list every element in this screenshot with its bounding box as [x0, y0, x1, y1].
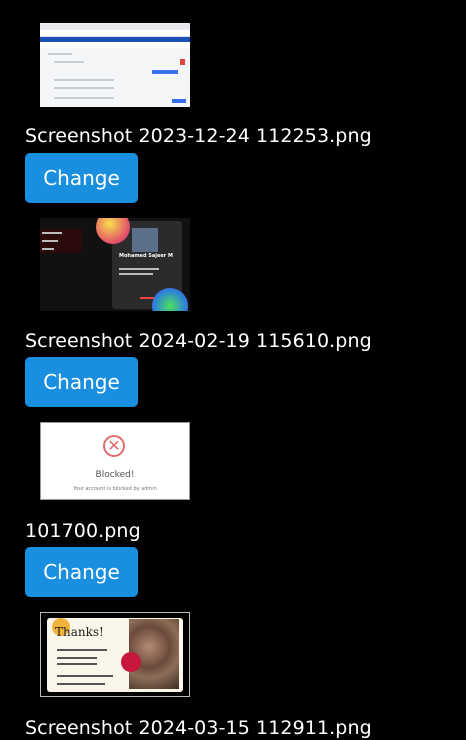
site-subnav	[40, 42, 190, 48]
image-thumbnail-4: Thanks!	[40, 612, 190, 697]
image-thumbnail-2: Mohamed Sajeer M	[40, 218, 190, 311]
change-button[interactable]: Change	[25, 357, 138, 407]
profile-photo	[132, 228, 158, 252]
blocked-subtitle: Your account is blocked by admin	[73, 486, 157, 492]
filename-label: Screenshot 2024-02-19 115610.png	[25, 330, 372, 352]
filename-label: Screenshot 2024-03-15 112911.png	[25, 717, 372, 739]
browser-addressbar	[40, 30, 190, 37]
change-button[interactable]: Change	[25, 547, 138, 597]
image-thumbnail-3: ✕ Blocked! Your account is blocked by ad…	[40, 422, 190, 500]
change-button[interactable]: Change	[25, 153, 138, 203]
image-thumbnail-1	[40, 23, 190, 107]
blocked-icon: ✕	[103, 435, 125, 457]
thanks-text: Thanks!	[55, 625, 104, 639]
filename-label: 101700.png	[25, 520, 141, 542]
browser-tabbar	[40, 23, 190, 30]
blocked-title: Blocked!	[95, 470, 135, 480]
profile-name: Mohamed Sajeer M	[119, 253, 173, 259]
filename-label: Screenshot 2023-12-24 112253.png	[25, 125, 372, 147]
